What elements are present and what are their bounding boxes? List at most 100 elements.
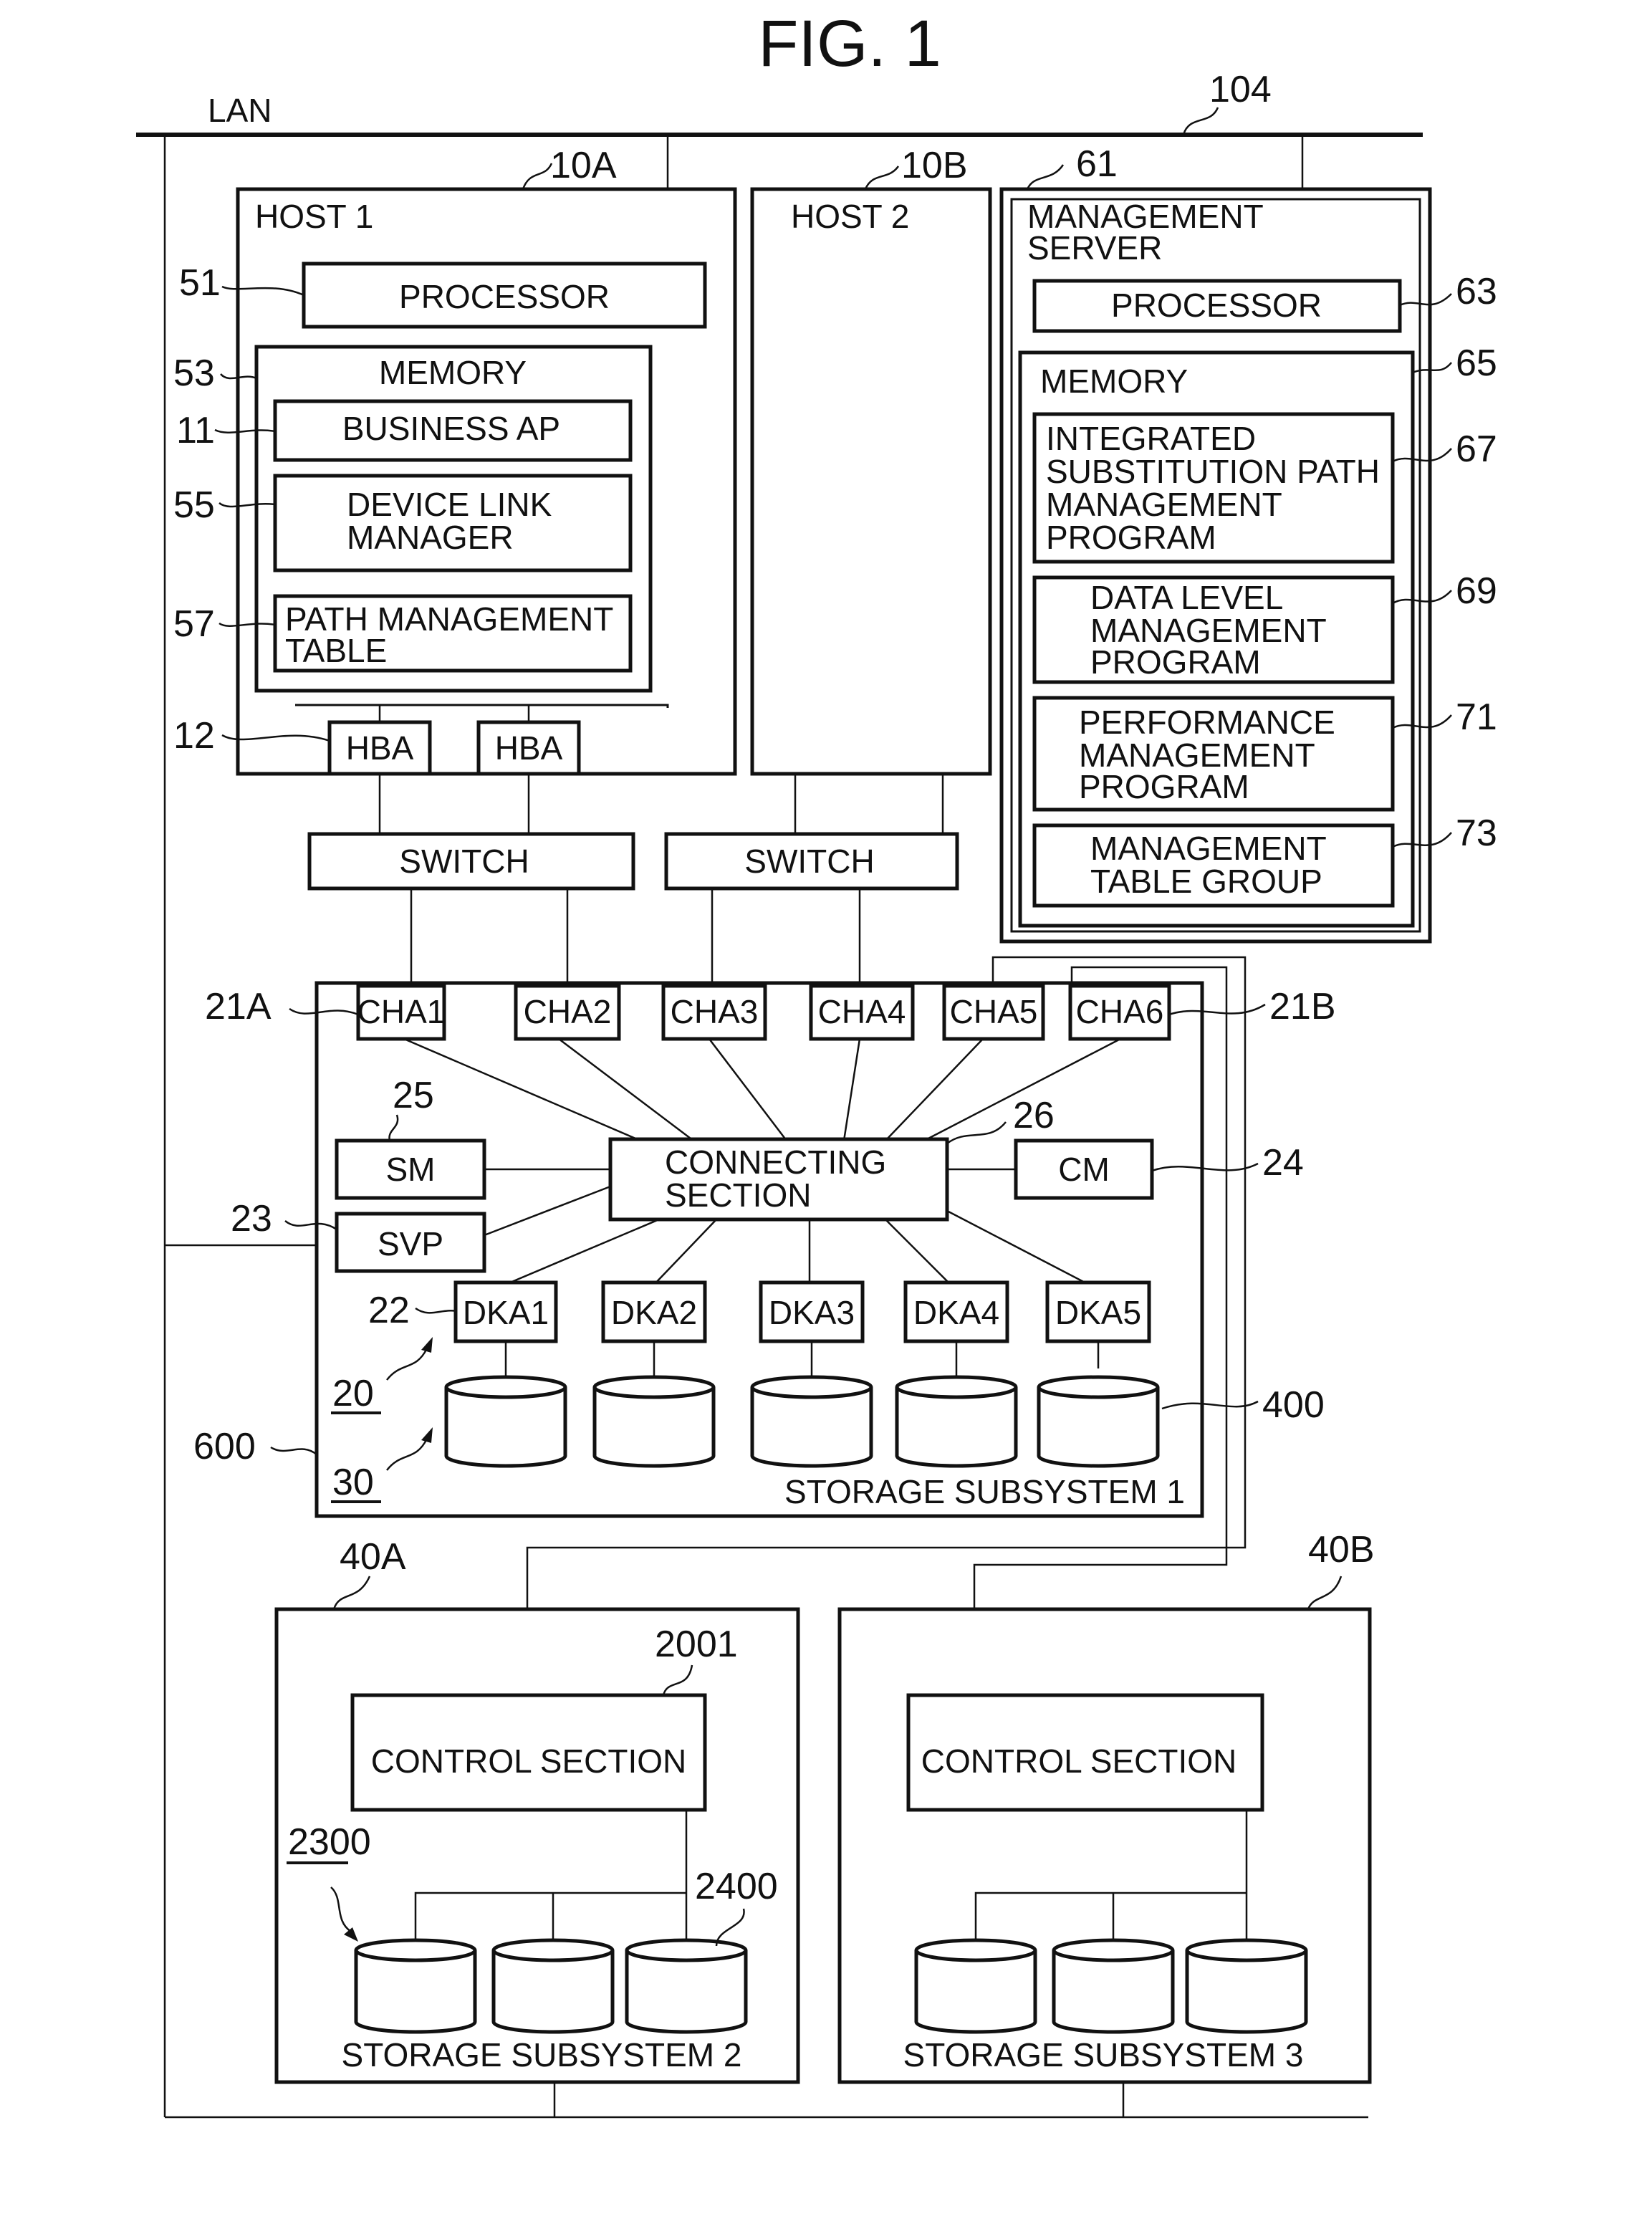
program-73-line2: TABLE GROUP: [1090, 863, 1322, 900]
lan-ref: 104: [1209, 69, 1272, 110]
disk-4: [895, 1375, 1018, 1468]
mgmt-processor-label: PROCESSOR: [1111, 287, 1322, 324]
storage2-ref: 40A: [340, 1536, 406, 1578]
program-67-line2: SUBSTITUTION PATH: [1046, 453, 1380, 490]
storage2-label: STORAGE SUBSYSTEM 2: [342, 2036, 742, 2073]
program-67-line3: MANAGEMENT: [1046, 486, 1282, 523]
host1-label: HOST 1: [255, 198, 373, 235]
program-71-line1: PERFORMANCE: [1079, 704, 1335, 741]
switch-1: SWITCH: [307, 774, 635, 891]
figure-title: FIG. 1: [758, 7, 941, 80]
storage3-disk-2: [1052, 1938, 1175, 2034]
program-67-line4: PROGRAM: [1046, 519, 1216, 556]
program-71-ref: 71: [1456, 696, 1497, 738]
cm-ref: 24: [1262, 1142, 1304, 1184]
cha4: CHA4: [809, 984, 915, 1041]
hba-ref: 12: [173, 715, 215, 757]
dka-ref: 22: [368, 1290, 410, 1331]
storage2-disk-3: [625, 1938, 748, 2034]
disk-2: [592, 1375, 716, 1468]
cha1: CHA1: [356, 984, 446, 1041]
storage3-control-section: CONTROL SECTION: [906, 1693, 1264, 1812]
dka4-label: DKA4: [913, 1294, 999, 1331]
program-73-line1: MANAGEMENT: [1090, 830, 1327, 867]
storage2-disk-group-ref: 2300: [288, 1821, 371, 1863]
storage1-disks: [444, 1375, 1160, 1468]
program-69-line3: PROGRAM: [1090, 643, 1261, 681]
program-67-ref: 67: [1456, 428, 1497, 470]
sm-label: SM: [386, 1151, 436, 1188]
cha2-label: CHA2: [524, 993, 612, 1030]
dka3-label: DKA3: [769, 1294, 855, 1331]
host1-memory-label: MEMORY: [379, 354, 527, 391]
connecting-section-line1: CONNECTING: [665, 1144, 886, 1181]
storage3-control-label: CONTROL SECTION: [921, 1742, 1236, 1780]
connecting-section-line2: SECTION: [665, 1176, 811, 1214]
cm-label: CM: [1058, 1151, 1110, 1188]
volume-ref: 400: [1262, 1384, 1325, 1426]
disk-3: [750, 1375, 873, 1468]
host2-ref: 10B: [901, 145, 968, 186]
disk-5: [1037, 1375, 1160, 1468]
program-69-line1: DATA LEVEL: [1090, 579, 1283, 616]
host1-memory-ref: 53: [173, 353, 215, 394]
dka2-label: DKA2: [611, 1294, 697, 1331]
business-ap-label: BUSINESS AP: [342, 410, 560, 447]
cha-ref-right: 21B: [1269, 986, 1336, 1027]
program-73-ref: 73: [1456, 812, 1497, 854]
cha3-label: CHA3: [671, 993, 759, 1030]
cha2: CHA2: [514, 984, 621, 1041]
switch-2: SWITCH: [664, 774, 959, 891]
cha5: CHA5: [942, 984, 1045, 1041]
storage2-control-label: CONTROL SECTION: [371, 1742, 686, 1780]
system-diagram: FIG. 1 LAN 104 HOST 1 10A PROCESSOR 51 M…: [136, 7, 1497, 2119]
storage-subsystem-2: STORAGE SUBSYSTEM 2 40A CONTROL SECTION …: [274, 1536, 800, 2084]
disk-1: [444, 1375, 567, 1468]
svp-ref: 23: [231, 1198, 272, 1240]
path-table-ref: 57: [173, 603, 215, 645]
host1-ref: 10A: [550, 145, 617, 186]
cha6: CHA6: [1068, 984, 1171, 1041]
program-67-line1: INTEGRATED: [1046, 420, 1256, 457]
disk-group-ref: 20: [332, 1373, 374, 1414]
host1-processor-label: PROCESSOR: [399, 278, 610, 315]
storage2-disk-1: [354, 1938, 477, 2034]
storage2-disk-2: [491, 1938, 615, 2034]
mgmt-memory-label: MEMORY: [1040, 363, 1188, 400]
cha3: CHA3: [661, 984, 767, 1041]
storage2-disks: [354, 1938, 748, 2034]
device-link-manager-line1: DEVICE LINK: [347, 486, 552, 523]
device-link-manager-line2: MANAGER: [347, 519, 514, 556]
switch-1-label: SWITCH: [399, 843, 529, 880]
business-ap-ref: 11: [176, 410, 215, 451]
management-server: MANAGEMENT SERVER 61 PROCESSOR 63 MEMORY…: [999, 143, 1497, 944]
switch-2-label: SWITCH: [744, 843, 874, 880]
storage-subsystem-3: STORAGE SUBSYSTEM 3 40B CONTROL SECTION: [837, 1529, 1375, 2084]
hba-1-label: HBA: [346, 729, 414, 767]
storage2-control-ref: 2001: [655, 1624, 738, 1665]
host2-label: HOST 2: [791, 198, 909, 235]
cha6-label: CHA6: [1076, 993, 1164, 1030]
storage3-ref: 40B: [1308, 1529, 1375, 1571]
mgmt-processor-ref: 63: [1456, 271, 1497, 312]
mgmt-server-ref: 61: [1076, 143, 1118, 185]
host2: HOST 2 10B: [750, 145, 992, 776]
cha1-label: CHA1: [357, 993, 446, 1030]
path-table-line2: TABLE: [285, 632, 387, 669]
lan-label: LAN: [208, 92, 272, 129]
svp-label: SVP: [378, 1225, 443, 1262]
program-69-ref: 69: [1456, 570, 1497, 612]
storage1-ref: 600: [193, 1426, 256, 1467]
mgmt-server-line2: SERVER: [1027, 229, 1162, 267]
dka1-label: DKA1: [463, 1294, 549, 1331]
mgmt-memory-ref: 65: [1456, 342, 1497, 384]
storage3-label: STORAGE SUBSYSTEM 3: [903, 2036, 1304, 2073]
storage1-label: STORAGE SUBSYSTEM 1: [784, 1473, 1185, 1510]
device-link-manager-ref: 55: [173, 484, 215, 526]
host1-processor-ref: 51: [179, 262, 221, 304]
disks-ref: 30: [332, 1462, 374, 1503]
sm-ref: 25: [393, 1075, 434, 1116]
host1: HOST 1 10A PROCESSOR 51 MEMORY 53 BUSINE…: [173, 145, 737, 776]
connecting-section-ref: 26: [1013, 1095, 1055, 1136]
cha5-label: CHA5: [950, 993, 1038, 1030]
